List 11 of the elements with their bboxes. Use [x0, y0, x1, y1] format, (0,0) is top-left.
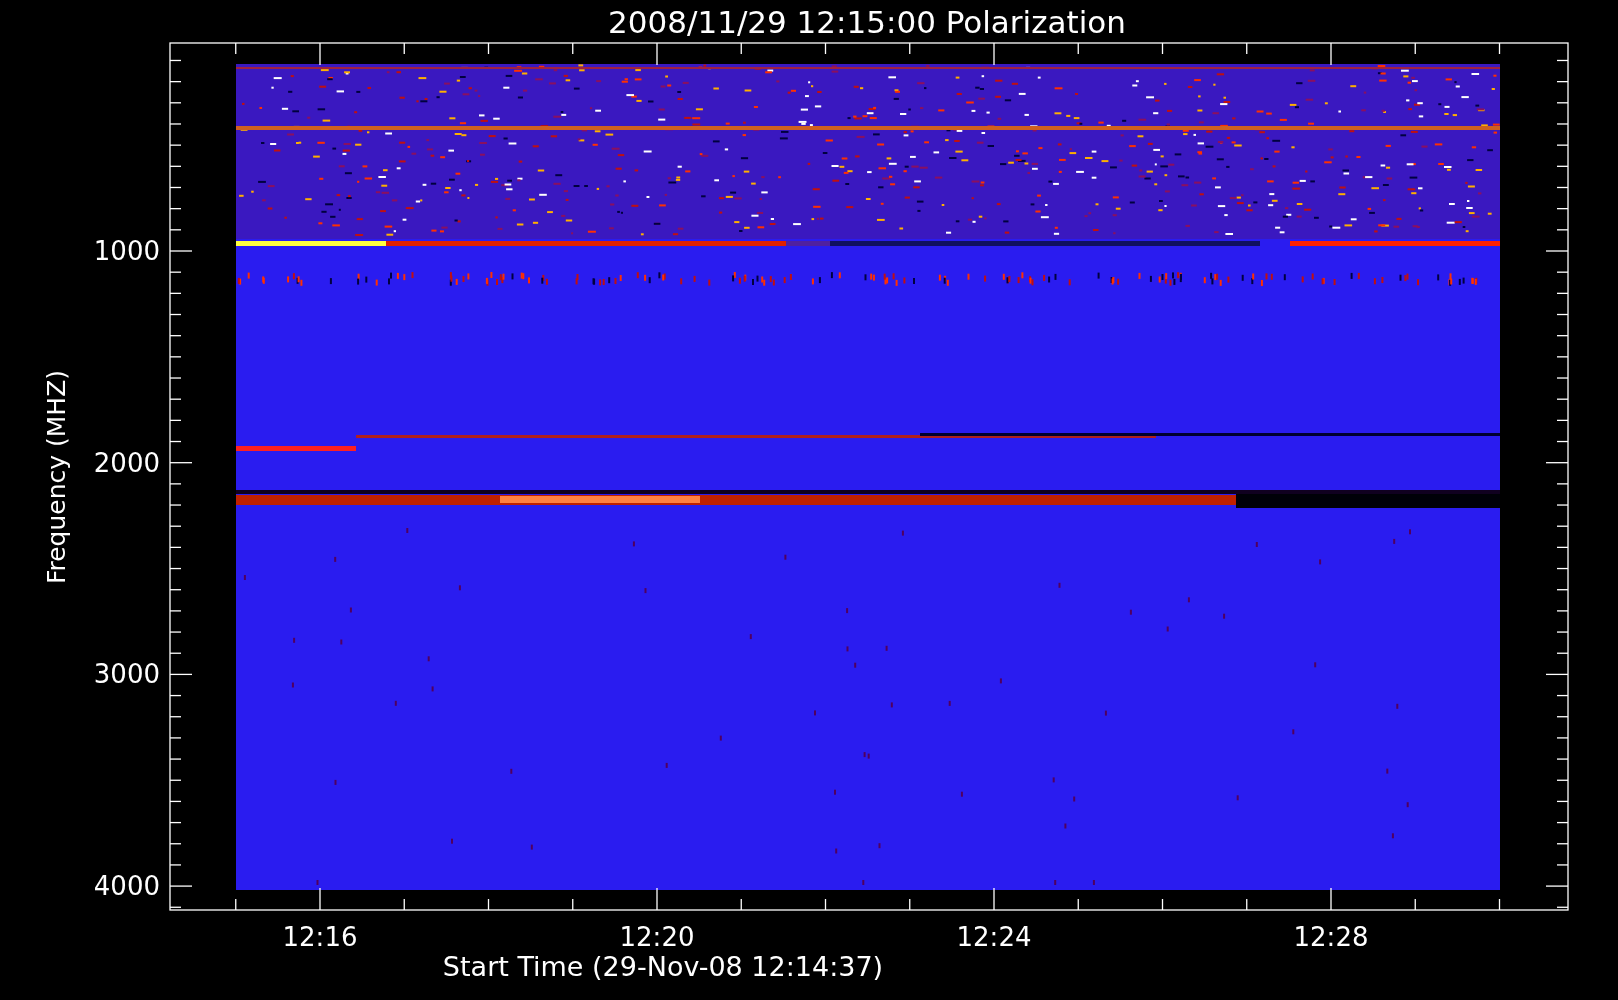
y-tick-label: 4000 [93, 871, 160, 902]
y-axis-label: Frequency (MHZ) [42, 369, 71, 585]
x-tick-label: 12:20 [619, 922, 695, 952]
x-tick-label: 12:28 [1293, 922, 1369, 952]
x-axis-label: Start Time (29-Nov-08 12:14:37) [442, 951, 884, 982]
y-tick-label: 3000 [93, 659, 160, 690]
chart-title: 2008/11/29 12:15:00 Polarization [608, 4, 1126, 40]
x-tick-label: 12:24 [956, 922, 1032, 952]
x-tick-label: 12:16 [282, 922, 358, 952]
y-tick-label: 2000 [93, 447, 160, 478]
y-tick-label: 1000 [93, 236, 160, 266]
